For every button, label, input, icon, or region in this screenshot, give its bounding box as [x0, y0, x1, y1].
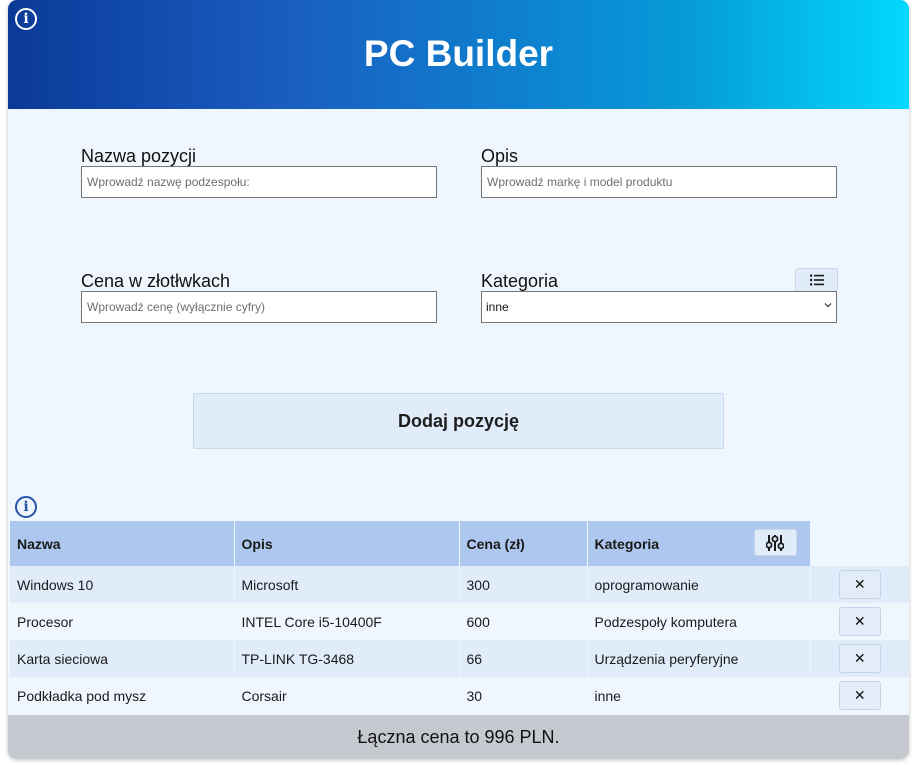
cell-description: Microsoft [234, 566, 460, 603]
column-header-actions [810, 521, 909, 566]
cell-price: 66 [459, 640, 588, 677]
column-header-name: Nazwa [10, 521, 235, 566]
add-item-button[interactable]: Dodaj pozycję [193, 393, 724, 449]
column-header-price: Cena (zł) [459, 521, 588, 566]
items-table: Nazwa Opis Cena (zł) Kategoria Windows 1… [10, 521, 909, 714]
delete-row-button[interactable]: ✕ [838, 607, 881, 636]
table-header-row: Nazwa Opis Cena (zł) Kategoria [10, 521, 909, 566]
name-input[interactable] [81, 166, 437, 198]
table-row: Windows 10 Microsoft 300 oprogramowanie … [10, 566, 909, 603]
cell-category: Podzespoły komputera [587, 603, 811, 640]
cell-price: 30 [459, 677, 588, 714]
column-header-category: Kategoria [587, 521, 811, 566]
list-icon [809, 274, 824, 286]
cell-actions: ✕ [810, 603, 909, 640]
cell-category: inne [587, 677, 811, 714]
app-window: i PC Builder Nazwa pozycji Opis Cena w z… [8, 0, 909, 759]
header-banner: i PC Builder [8, 0, 909, 109]
description-label: Opis [481, 146, 519, 166]
cell-name: Windows 10 [10, 566, 235, 603]
column-header-description: Opis [234, 521, 460, 566]
name-label: Nazwa pozycji [81, 146, 197, 166]
delete-row-button[interactable]: ✕ [838, 644, 881, 673]
cell-description: Corsair [234, 677, 460, 714]
cell-name: Procesor [10, 603, 235, 640]
cell-name: Karta sieciowa [10, 640, 235, 677]
cell-description: TP-LINK TG-3468 [234, 640, 460, 677]
cell-price: 600 [459, 603, 588, 640]
sliders-icon [766, 534, 784, 551]
cell-category: oprogramowanie [587, 566, 811, 603]
cell-price: 300 [459, 566, 588, 603]
delete-row-button[interactable]: ✕ [838, 681, 881, 710]
column-header-category-label: Kategoria [594, 535, 660, 552]
info-icon[interactable]: i [15, 8, 37, 30]
table-row: Karta sieciowa TP-LINK TG-3468 66 Urządz… [10, 640, 909, 677]
filter-button[interactable] [753, 529, 797, 556]
cell-name: Podkładka pod mysz [10, 677, 235, 714]
cell-actions: ✕ [810, 677, 909, 714]
price-label: Cena w złotłwkach [81, 271, 231, 291]
delete-row-button[interactable]: ✕ [838, 570, 881, 599]
page-title: PC Builder [363, 33, 554, 74]
cell-description: INTEL Core i5-10400F [234, 603, 460, 640]
category-select[interactable]: inne [481, 291, 837, 323]
table-row: Podkładka pod mysz Corsair 30 inne ✕ [10, 677, 909, 714]
cell-actions: ✕ [810, 566, 909, 603]
cell-actions: ✕ [810, 640, 909, 677]
category-label: Kategoria [481, 271, 559, 291]
info-icon[interactable]: i [15, 496, 37, 518]
description-input[interactable] [481, 166, 837, 198]
table-row: Procesor INTEL Core i5-10400F 600 Podzes… [10, 603, 909, 640]
category-selected-value: inne [486, 300, 509, 314]
cell-category: Urządzenia peryferyjne [587, 640, 811, 677]
price-input[interactable] [81, 291, 437, 323]
total-price-footer: Łączna cena to 996 PLN. [8, 715, 909, 759]
manage-categories-button[interactable] [795, 268, 838, 292]
chevron-down-icon [824, 303, 832, 308]
